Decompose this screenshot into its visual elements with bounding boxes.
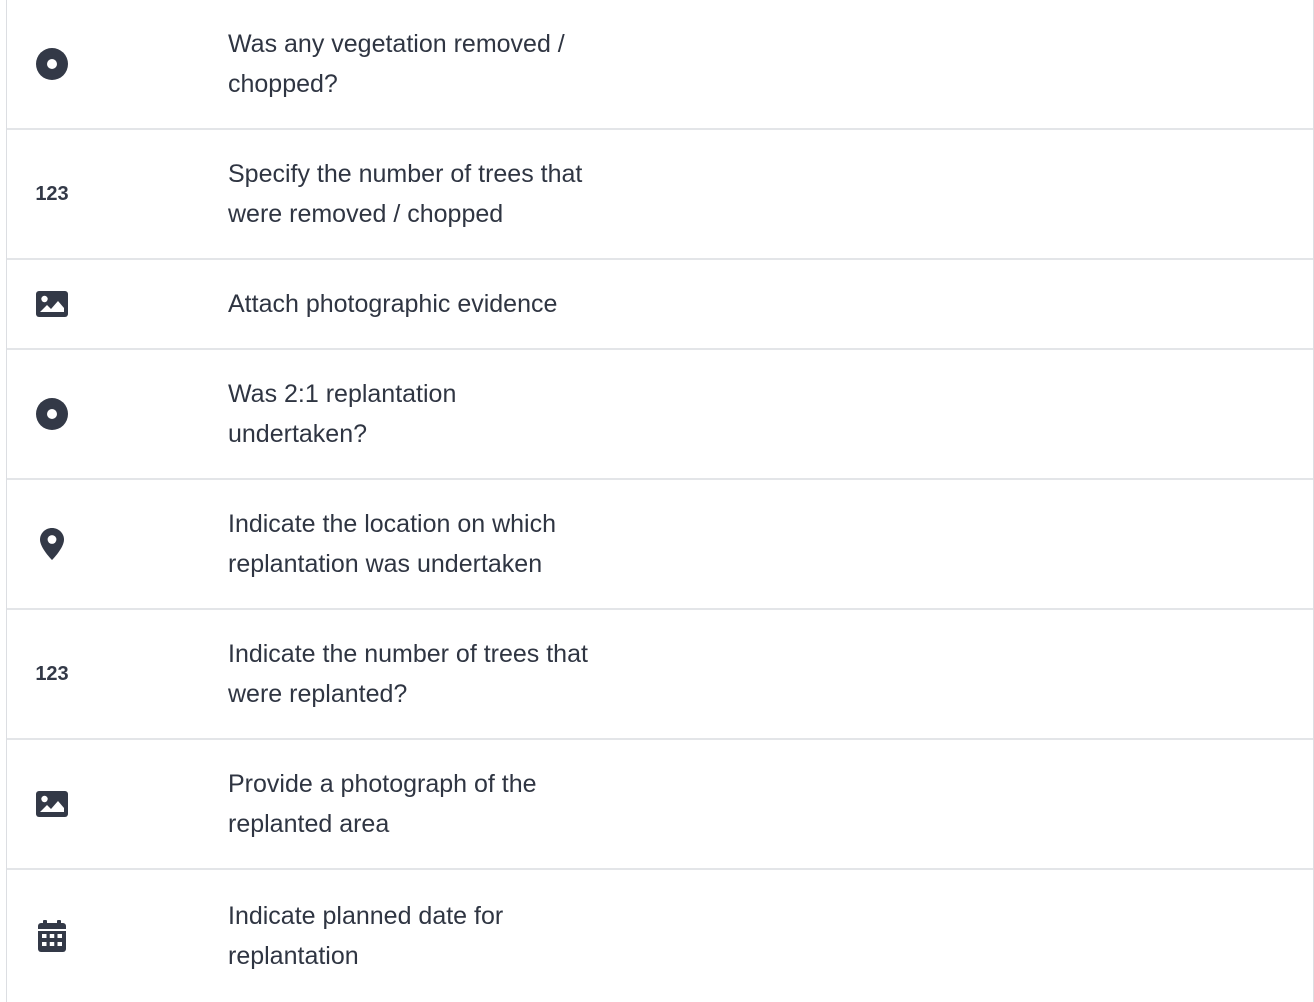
question-label: Indicate the location on which replantat…	[228, 510, 556, 578]
question-label: Was 2:1 replantation undertaken?	[228, 380, 457, 448]
question-row[interactable]: Indicate planned date for replantation	[7, 870, 1313, 1002]
question-label: Was any vegetation removed / chopped?	[228, 30, 565, 98]
radio-icon	[35, 397, 69, 431]
question-type-cell	[7, 527, 228, 561]
question-label: Specify the number of trees that were re…	[228, 160, 583, 228]
question-row[interactable]: Was any vegetation removed / chopped?	[7, 0, 1313, 130]
question-label: Provide a photograph of the replanted ar…	[228, 770, 537, 838]
question-label: Indicate planned date for replantation	[228, 902, 504, 970]
question-type-cell	[7, 919, 228, 953]
question-type-cell	[7, 47, 228, 81]
image-icon	[35, 287, 69, 321]
question-row[interactable]: 123 Specify the number of trees that wer…	[7, 130, 1313, 260]
question-row[interactable]: 123 Indicate the number of trees that we…	[7, 610, 1313, 740]
question-label: Attach photographic evidence	[228, 290, 558, 318]
question-type-cell	[7, 787, 228, 821]
question-type-cell	[7, 397, 228, 431]
question-type-cell: 123	[7, 177, 228, 211]
question-type-cell	[7, 287, 228, 321]
question-label: Indicate the number of trees that were r…	[228, 640, 588, 708]
calendar-icon	[35, 919, 69, 953]
question-row[interactable]: Was 2:1 replantation undertaken?	[7, 350, 1313, 480]
question-row[interactable]: Attach photographic evidence	[7, 260, 1313, 350]
question-type-cell: 123	[7, 657, 228, 691]
location-pin-icon	[35, 527, 69, 561]
question-row[interactable]: Provide a photograph of the replanted ar…	[7, 740, 1313, 870]
radio-icon	[35, 47, 69, 81]
question-list: Was any vegetation removed / chopped? 12…	[6, 0, 1314, 1002]
number-icon: 123	[35, 182, 69, 205]
question-row[interactable]: Indicate the location on which replantat…	[7, 480, 1313, 610]
number-icon: 123	[35, 662, 69, 685]
image-icon	[35, 787, 69, 821]
